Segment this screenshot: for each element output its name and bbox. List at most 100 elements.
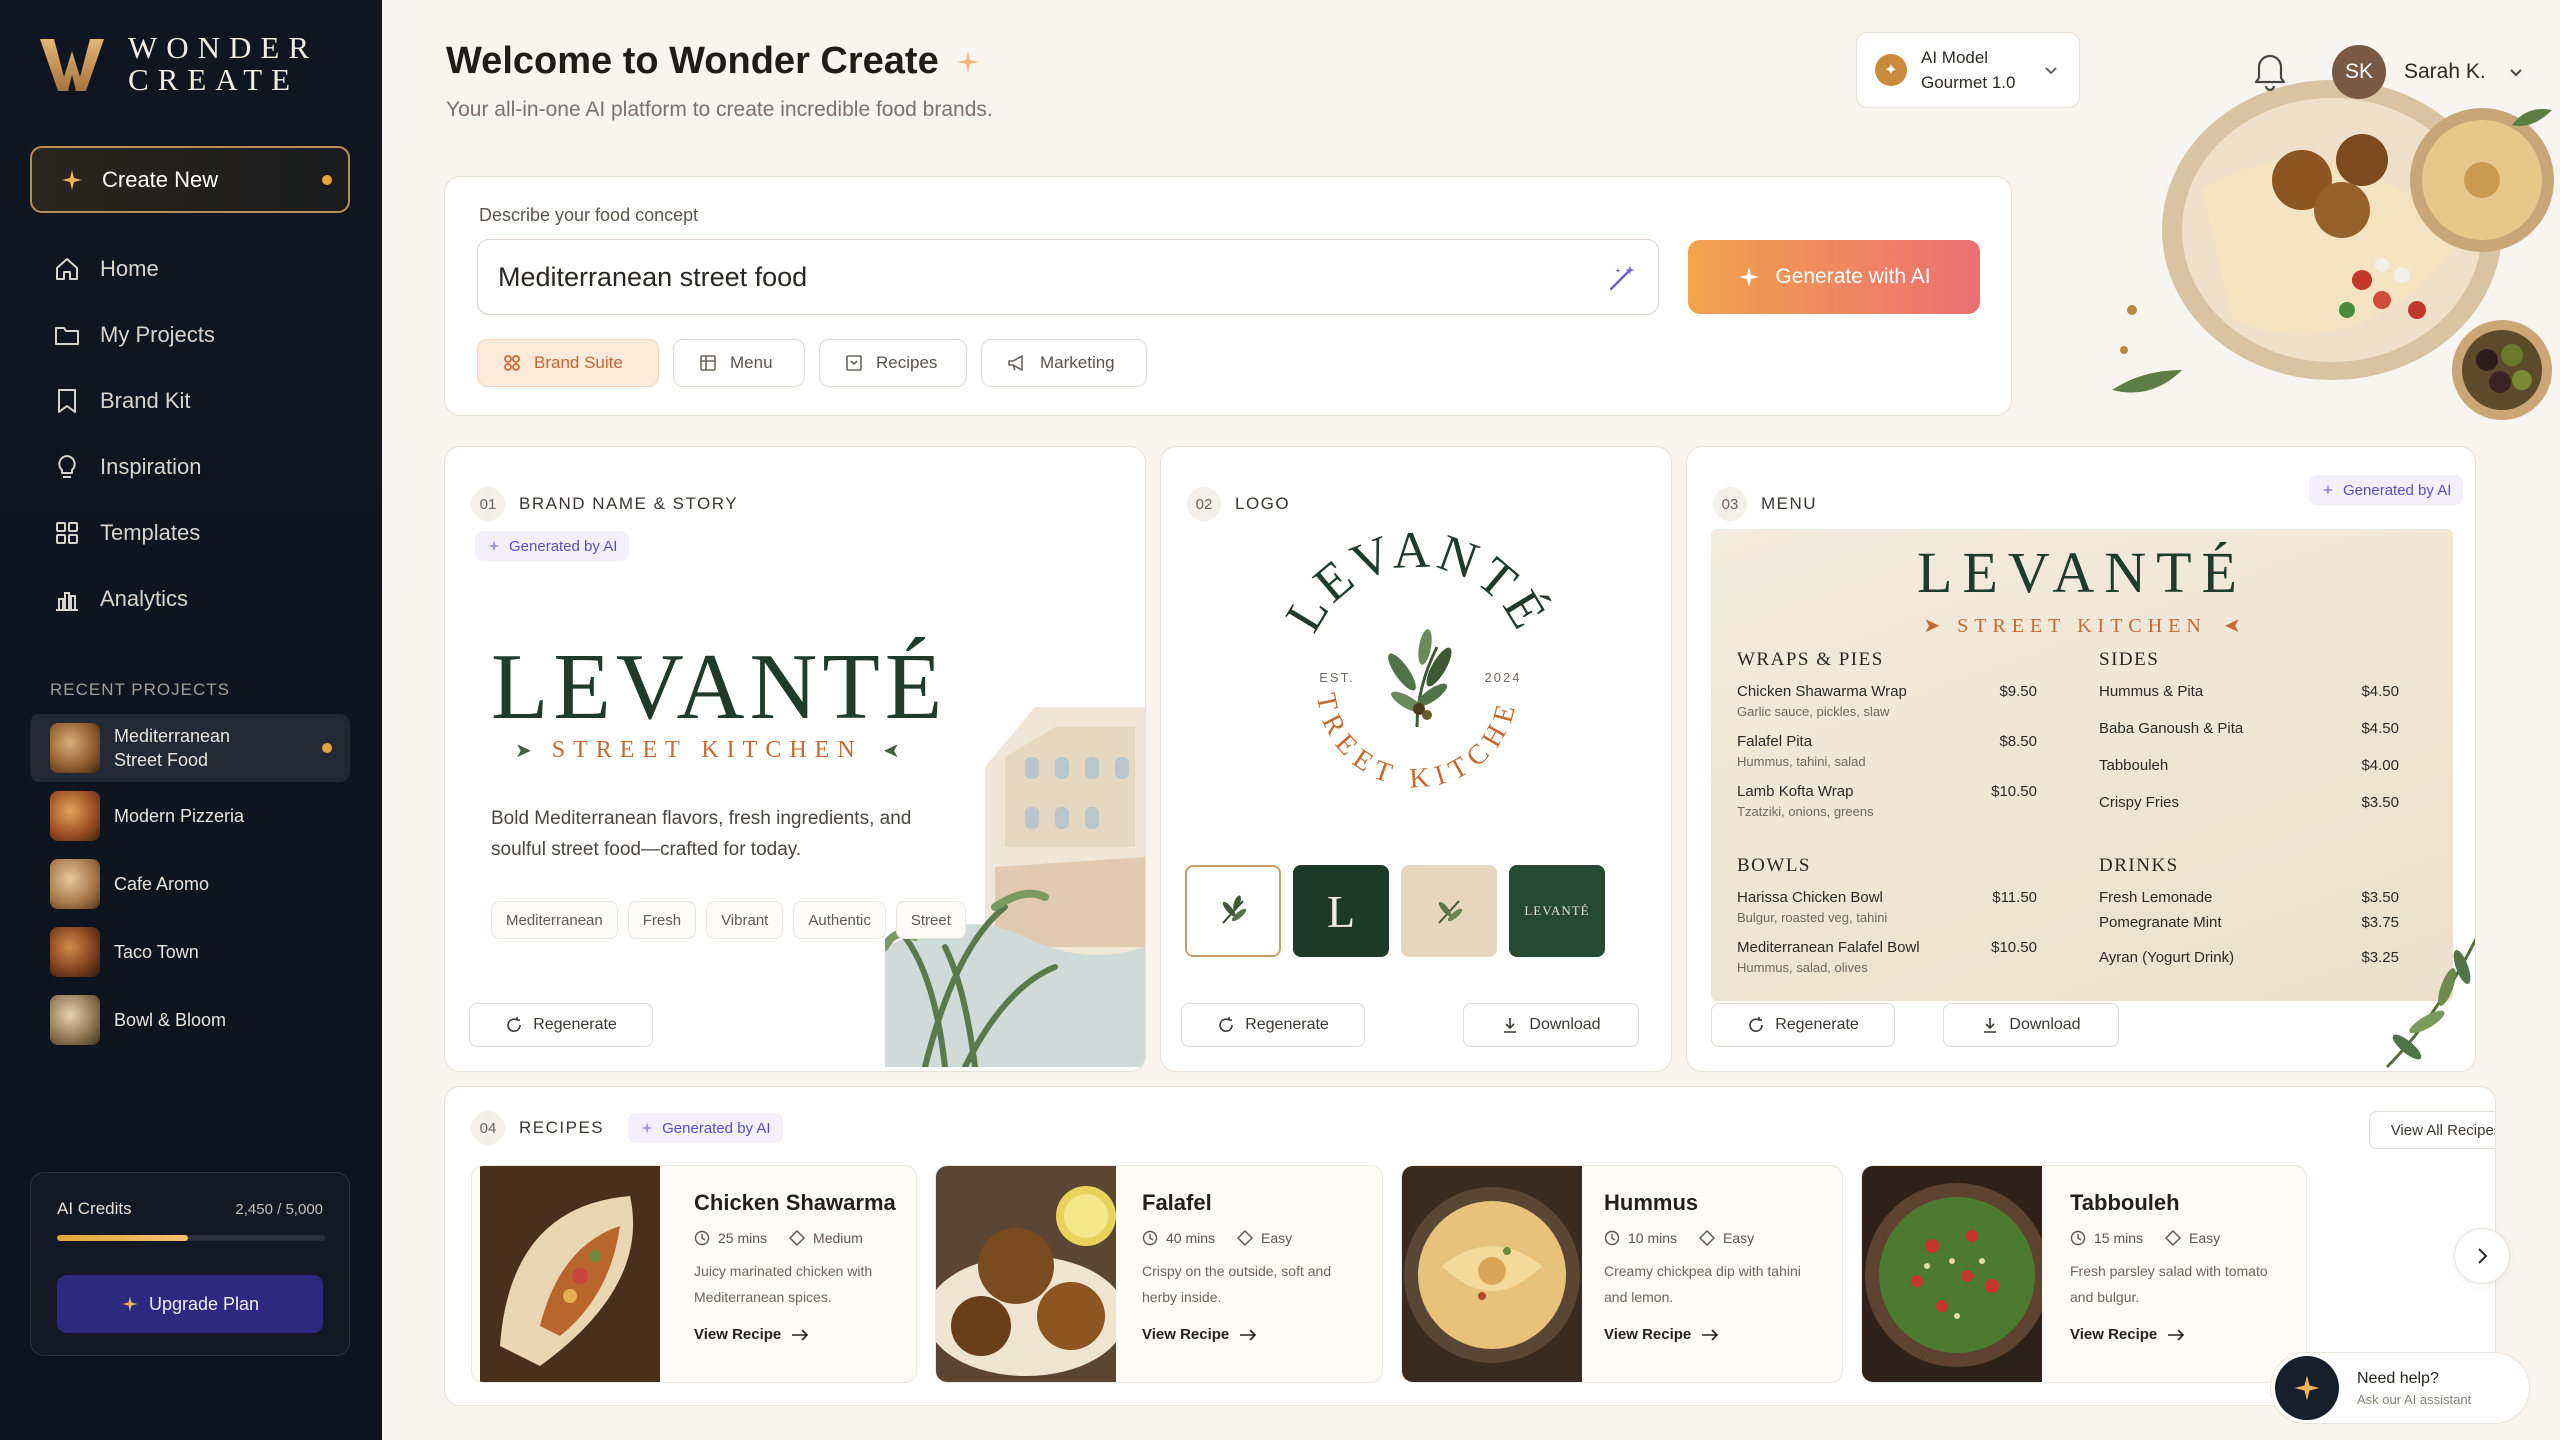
user-avatar[interactable]: SK — [2332, 45, 2386, 99]
olive-branch-icon — [1388, 629, 1452, 728]
view-recipe-label: View Recipe — [1604, 1326, 1692, 1343]
credits-value: 2,450 / 5,000 — [235, 1200, 323, 1218]
difficulty-icon — [2165, 1230, 2182, 1246]
sidebar: WONDER CREATE Create New Home My Project… — [0, 0, 382, 1440]
recipes-next-button[interactable] — [2454, 1228, 2510, 1284]
card-title: BRAND NAME & STORY — [519, 494, 739, 513]
view-recipe-link[interactable]: View Recipe — [2070, 1326, 2290, 1343]
menu-item-desc: Hummus, salad, olives — [1737, 960, 1868, 975]
menu-item: Chicken Shawarma Wrap Garlic sauce, pickl… — [1737, 683, 2037, 719]
ai-tag-label: Generated by AI — [662, 1119, 771, 1137]
folder-icon — [55, 327, 79, 345]
logo-wordmark: LEVANTÉ — [1524, 903, 1590, 918]
chevron-down-icon — [2044, 67, 2057, 75]
nav-label: Analytics — [100, 586, 189, 611]
recent-project-item[interactable]: Bowl & Bloom — [30, 986, 350, 1054]
card-header: 02 LOGO — [1187, 487, 1290, 521]
recipe-meta: 25 mins Medium — [694, 1230, 914, 1246]
recipe-difficulty: Easy — [1261, 1230, 1293, 1246]
arrow-right-icon — [2168, 1328, 2185, 1341]
nav-label: Templates — [100, 520, 201, 545]
generate-with-ai-button[interactable]: Generate with AI — [1688, 240, 1980, 314]
nav-item-analytics[interactable]: Analytics — [30, 566, 350, 632]
menu-item-name: Hummus & Pita — [2099, 683, 2204, 700]
chip-brand-suite[interactable]: Brand Suite — [477, 339, 659, 387]
regenerate-button[interactable]: Regenerate — [1181, 1003, 1365, 1047]
chip-recipes[interactable]: Recipes — [819, 339, 967, 387]
arrow-right-icon — [1702, 1328, 1719, 1341]
leaf-ornament-icon: ➤ — [515, 740, 540, 762]
app-logo[interactable]: WONDER CREATE — [38, 32, 318, 96]
download-button[interactable]: Download — [1943, 1003, 2119, 1047]
view-recipe-link[interactable]: View Recipe — [1604, 1326, 1824, 1343]
logo-variant-1[interactable] — [1185, 865, 1281, 957]
recipe-card[interactable]: Falafel 40 mins Easy Crispy on the outsi… — [935, 1165, 1383, 1383]
menu-card: 03 MENU Generated by AI LEVANTÉ ➤ STREET… — [1686, 446, 2476, 1072]
help-assistant-widget[interactable]: Need help? Ask our AI assistant — [2270, 1352, 2530, 1424]
recipe-title: Hummus — [1604, 1190, 1699, 1215]
logo-variant-2[interactable]: L — [1293, 865, 1389, 957]
logo-arc-name: LEVANTÉ — [1275, 521, 1555, 641]
nav-item-templates[interactable]: Templates — [30, 500, 350, 566]
chevron-down-icon[interactable] — [2508, 66, 2524, 80]
chip-label: Menu — [730, 353, 773, 372]
recipe-card[interactable]: Tabbouleh 15 mins Easy Fresh parsley sal… — [1861, 1165, 2307, 1383]
recipe-time: 25 mins — [718, 1230, 768, 1246]
menu-item-name: Pomegranate Mint — [2099, 914, 2222, 931]
output-type-chips: Brand Suite Menu Recipes Marketing — [477, 339, 1147, 387]
nav-item-my-projects[interactable]: My Projects — [30, 302, 350, 368]
logo-card: 02 LOGO LEVANTÉ STREET KITCHEN EST. 2024 — [1160, 446, 1672, 1072]
view-recipe-link[interactable]: View Recipe — [1142, 1326, 1362, 1343]
ai-tag-label: Generated by AI — [509, 537, 618, 555]
menu-item: Crispy Fries $3.50 — [2099, 794, 2399, 811]
menu-section-drinks: DRINKS Fresh Lemonade $3.50 Pomegranate M… — [2099, 855, 2399, 980]
menu-item-price: $10.50 — [1991, 939, 2037, 956]
recipe-image — [1402, 1166, 1582, 1382]
nav-item-inspiration[interactable]: Inspiration — [30, 434, 350, 500]
recipe-card[interactable]: Hummus 10 mins Easy Creamy chickpea dip … — [1401, 1165, 1843, 1383]
recipe-card[interactable]: Chicken Shawarma 25 mins Medium Juicy ma… — [471, 1165, 917, 1383]
card-header: 04 RECIPES Generated by AI — [471, 1111, 783, 1145]
regenerate-button[interactable]: Regenerate — [469, 1003, 653, 1047]
ai-model-selector[interactable]: ✦ AI Model Gourmet 1.0 — [1856, 32, 2080, 108]
chart-icon — [56, 592, 78, 611]
clock-icon — [2070, 1230, 2086, 1246]
recipe-title: Chicken Shawarma — [694, 1190, 896, 1215]
logo-variant-3[interactable] — [1401, 865, 1497, 957]
menu-section-title: DRINKS — [2099, 855, 2179, 876]
create-new-button[interactable]: Create New — [30, 146, 350, 213]
logo-variant-4[interactable]: LEVANTÉ — [1509, 865, 1605, 957]
menu-item-name: Crispy Fries — [2099, 794, 2180, 811]
notification-bell-icon[interactable] — [2252, 52, 2288, 92]
chip-menu[interactable]: Menu — [673, 339, 805, 387]
magic-wand-icon[interactable] — [1606, 262, 1638, 294]
menu-item-name: Fresh Lemonade — [2099, 889, 2213, 906]
user-name[interactable]: Sarah K. — [2404, 60, 2486, 84]
recipe-description: Creamy chickpea dip with tahini and lemo… — [1604, 1263, 1801, 1305]
menu-icon — [700, 355, 716, 371]
view-recipe-link[interactable]: View Recipe — [694, 1326, 914, 1343]
credits-progress-bar — [57, 1235, 325, 1241]
nav-item-home[interactable]: Home — [30, 236, 350, 302]
view-all-recipes-button[interactable]: View All Recipes — [2369, 1111, 2495, 1149]
nav-label: Home — [100, 256, 159, 281]
nav-item-brand-kit[interactable]: Brand Kit — [30, 368, 350, 434]
recent-project-item[interactable]: Mediterranean Street Food — [30, 714, 350, 782]
recent-project-item[interactable]: Cafe Aromo — [30, 850, 350, 918]
chip-marketing[interactable]: Marketing — [981, 339, 1147, 387]
concept-input[interactable]: Mediterranean street food — [477, 239, 1659, 315]
menu-section-title: SIDES — [2099, 649, 2160, 670]
recent-projects-title: RECENT PROJECTS — [50, 680, 230, 699]
download-button[interactable]: Download — [1463, 1003, 1639, 1047]
upgrade-plan-button[interactable]: Upgrade Plan — [57, 1275, 323, 1333]
recent-project-item[interactable]: Taco Town — [30, 918, 350, 986]
recent-project-item[interactable]: Modern Pizzeria — [30, 782, 350, 850]
ai-tag-label: Generated by AI — [2343, 481, 2452, 499]
brand-tagline: ➤ STREET KITCHEN ➤ — [503, 737, 911, 764]
regenerate-label: Regenerate — [1245, 1016, 1329, 1033]
menu-item-price: $11.50 — [1992, 889, 2037, 906]
step-number: 01 — [471, 487, 505, 521]
recipe-description: Fresh parsley salad with tomato and bulg… — [2070, 1263, 2268, 1305]
menu-item: Ayran (Yogurt Drink) $3.25 — [2099, 949, 2399, 966]
regenerate-button[interactable]: Regenerate — [1711, 1003, 1895, 1047]
